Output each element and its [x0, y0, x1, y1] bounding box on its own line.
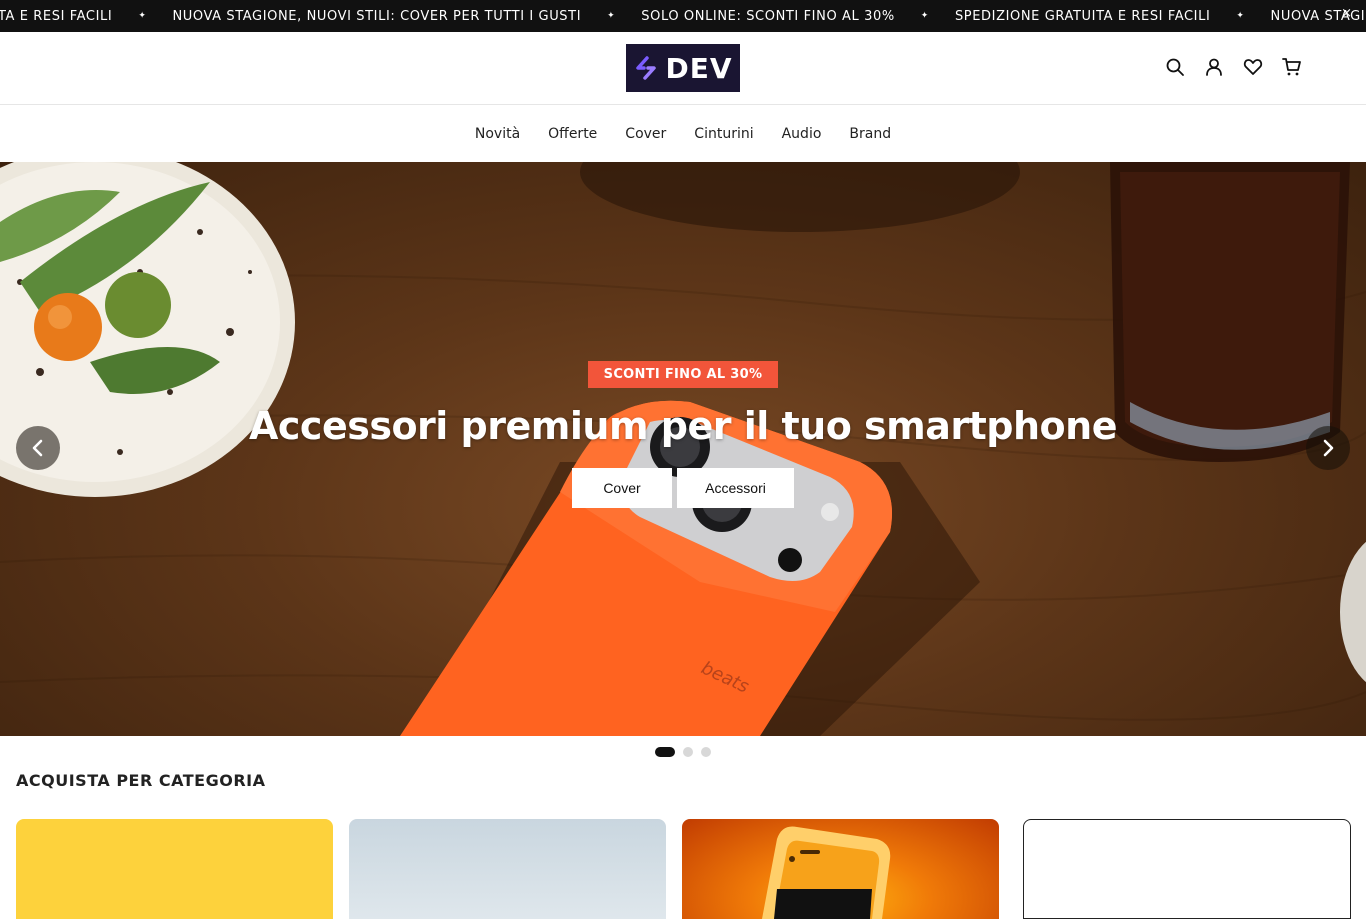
nav-item-audio[interactable]: Audio	[782, 126, 822, 142]
nav-item-cover[interactable]: Cover	[625, 126, 666, 142]
separator-icon: ✦	[138, 11, 147, 21]
nav-item-brand[interactable]: Brand	[849, 126, 891, 142]
logo[interactable]: DEV	[626, 44, 740, 92]
slide-dot-2[interactable]	[683, 747, 693, 757]
nav-item-novita[interactable]: Novità	[475, 126, 520, 142]
chevron-left-icon	[32, 439, 43, 457]
separator-icon: ✦	[1236, 11, 1245, 21]
announcement-message: NUOVA STAGIONE, NUOVI STILI: COVER PER T…	[172, 8, 582, 24]
discount-badge: SCONTI FINO AL 30%	[587, 361, 779, 388]
hero-buttons: Cover Accessori	[0, 468, 1366, 508]
separator-icon: ✦	[920, 11, 929, 21]
cart-icon[interactable]	[1282, 57, 1302, 77]
announcement-track: TA E RESI FACILI ✦ NUOVA STAGIONE, NUOVI…	[0, 0, 1366, 32]
main-nav: Novità Offerte Cover Cinturini Audio Bra…	[0, 105, 1366, 162]
close-icon[interactable]: ×	[1341, 6, 1352, 21]
hero-title: Accessori premium per il tuo smartphone	[248, 404, 1118, 448]
slide-dot-1[interactable]	[655, 747, 675, 757]
announcement-message: TA E RESI FACILI	[0, 8, 113, 24]
logo-text: DEV	[665, 51, 733, 85]
account-icon[interactable]	[1204, 57, 1224, 77]
next-slide-button[interactable]	[1306, 426, 1350, 470]
category-cards	[16, 819, 1351, 919]
site-header: DEV	[0, 32, 1366, 105]
cover-button[interactable]: Cover	[572, 468, 672, 508]
category-card[interactable]	[349, 819, 666, 919]
categories-heading: ACQUISTA PER CATEGORIA	[16, 771, 266, 790]
announcement-bar: TA E RESI FACILI ✦ NUOVA STAGIONE, NUOVI…	[0, 0, 1366, 32]
hero-slider: beats SCONTI FINO AL 30% Accessori premi…	[0, 162, 1366, 736]
logo-mark-icon	[636, 56, 657, 80]
header-actions	[1165, 57, 1302, 77]
category-card[interactable]	[1023, 819, 1351, 919]
category-card[interactable]	[16, 819, 333, 919]
wishlist-icon[interactable]	[1243, 57, 1263, 77]
search-icon[interactable]	[1165, 57, 1185, 77]
announcement-message: SOLO ONLINE: SCONTI FINO AL 30%	[641, 8, 895, 24]
slider-dots	[0, 747, 1366, 757]
slide-dot-3[interactable]	[701, 747, 711, 757]
category-card[interactable]	[682, 819, 999, 919]
separator-icon: ✦	[607, 11, 616, 21]
prev-slide-button[interactable]	[16, 426, 60, 470]
category-image	[762, 826, 891, 919]
announcement-message: SPEDIZIONE GRATUITA E RESI FACILI	[954, 8, 1211, 24]
hero-content: SCONTI FINO AL 30% Accessori premium per…	[0, 361, 1366, 508]
accessori-button[interactable]: Accessori	[677, 468, 794, 508]
nav-item-cinturini[interactable]: Cinturini	[694, 126, 753, 142]
nav-item-offerte[interactable]: Offerte	[548, 126, 597, 142]
chevron-right-icon	[1323, 439, 1334, 457]
